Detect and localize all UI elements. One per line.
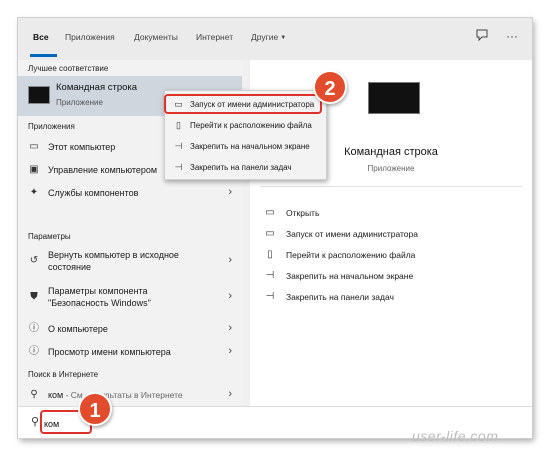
active-tab-indicator <box>30 54 57 57</box>
best-match-subtitle: Приложение <box>56 98 103 107</box>
list-item-view-pc-name[interactable]: ⓘ Просмотр имени компьютера › <box>18 341 242 363</box>
reset-icon: ↺ <box>29 255 39 266</box>
tab-documents[interactable]: Документы <box>134 32 178 42</box>
computer-management-icon: ▣ <box>29 164 39 175</box>
list-item-about-pc[interactable]: ⓘ О компьютере › <box>18 318 242 340</box>
action-open-file-location[interactable]: ▯ Перейти к расположению файла <box>264 248 514 264</box>
search-window: Все Приложения Документы Интернет Другие… <box>18 18 532 438</box>
action-label: Запуск от имени администратора <box>286 229 418 239</box>
list-item-label: О компьютере <box>48 324 108 334</box>
chevron-right-icon: › <box>228 388 232 400</box>
step-badge-2: 2 <box>313 70 347 104</box>
web-search-item[interactable]: ⚲ ком - См. результаты в Интернете › <box>18 384 242 406</box>
admin-run-icon: ▭ <box>265 228 275 239</box>
context-menu: ▭ Запуск от имени администратора ▯ Перей… <box>164 90 327 180</box>
list-item-label: Вернуть компьютер в исходное <box>48 250 179 260</box>
context-menu-label: Закрепить на панели задач <box>190 163 292 172</box>
context-menu-label: Запуск от имени администратора <box>190 100 315 109</box>
chevron-right-icon: › <box>228 290 232 302</box>
open-icon: ▭ <box>265 207 275 218</box>
file-location-icon: ▯ <box>176 120 181 130</box>
pin-icon: ⊣ <box>174 162 183 172</box>
web-search-query: ком <box>48 390 64 400</box>
cmd-app-large-icon <box>368 82 420 114</box>
divider <box>260 186 522 187</box>
list-item-component-services[interactable]: ✦ Службы компонентов › <box>18 182 242 204</box>
best-match-title: Командная строка <box>56 82 138 93</box>
chevron-down-icon: ▼ <box>280 35 287 41</box>
tab-web[interactable]: Интернет <box>196 32 233 42</box>
chevron-right-icon: › <box>228 322 232 334</box>
action-label: Закрепить на начальном экране <box>286 271 414 281</box>
context-menu-open-file-location[interactable]: ▯ Перейти к расположению файла <box>165 116 328 136</box>
list-item-label: Параметры компонента <box>48 286 148 296</box>
file-location-icon: ▯ <box>267 249 273 260</box>
web-search-label: ком - См. результаты в Интернете <box>48 390 183 400</box>
step-badge-1: 1 <box>78 392 112 426</box>
pin-icon: ⊣ <box>174 141 183 151</box>
list-item-label: Службы компонентов <box>48 188 139 198</box>
list-item-label-line2: "Безопасность Windows" <box>48 298 151 308</box>
computer-icon: ▭ <box>29 141 39 152</box>
tab-more[interactable]: Другие ▼ <box>251 32 286 42</box>
feedback-icon[interactable] <box>474 28 490 44</box>
info-icon: ⓘ <box>29 346 39 357</box>
shield-icon: ⛊ <box>30 291 38 302</box>
search-icon: ⚲ <box>30 389 38 400</box>
pin-icon: ⊣ <box>265 291 275 302</box>
cmd-app-icon <box>28 86 50 104</box>
filter-tabs: Все Приложения Документы Интернет Другие… <box>18 18 532 60</box>
context-menu-pin-start[interactable]: ⊣ Закрепить на начальном экране <box>165 137 328 157</box>
component-services-icon: ✦ <box>29 187 39 198</box>
action-pin-start[interactable]: ⊣ Закрепить на начальном экране <box>264 269 514 285</box>
chevron-right-icon: › <box>228 186 232 198</box>
list-item-reset-pc[interactable]: ↺ Вернуть компьютер в исходное состояние… <box>18 246 242 276</box>
web-search-header: Поиск в Интернете <box>28 370 99 379</box>
context-menu-label: Перейти к расположению файла <box>190 121 312 130</box>
more-options-icon[interactable]: ··· <box>504 28 520 44</box>
info-icon: ⓘ <box>29 323 39 334</box>
chevron-right-icon: › <box>228 254 232 266</box>
action-pin-taskbar[interactable]: ⊣ Закрепить на панели задач <box>264 290 514 306</box>
context-menu-pin-taskbar[interactable]: ⊣ Закрепить на панели задач <box>165 158 328 178</box>
action-label: Перейти к расположению файла <box>286 250 416 260</box>
list-item-label: Этот компьютер <box>48 142 116 152</box>
action-run-as-admin[interactable]: ▭ Запуск от имени администратора <box>264 227 514 243</box>
action-label: Открыть <box>286 208 320 218</box>
list-item-label: Управление компьютером <box>48 165 158 175</box>
pin-icon: ⊣ <box>265 270 275 281</box>
action-label: Закрепить на панели задач <box>286 292 394 302</box>
watermark: user-life.com <box>412 428 499 444</box>
tab-all[interactable]: Все <box>33 32 49 42</box>
list-item-label: Просмотр имени компьютера <box>48 347 171 357</box>
tab-more-label: Другие <box>251 32 279 42</box>
list-item-windows-security[interactable]: ⛊ Параметры компонента "Безопасность Win… <box>18 282 242 312</box>
chevron-right-icon: › <box>228 345 232 357</box>
list-item-label-line2: состояние <box>48 262 92 272</box>
action-open[interactable]: ▭ Открыть <box>264 206 514 222</box>
best-match-header: Лучшее соответствие <box>28 64 109 73</box>
tab-apps[interactable]: Приложения <box>65 32 115 42</box>
admin-run-icon: ▭ <box>174 99 183 109</box>
settings-header: Параметры <box>28 232 71 241</box>
context-menu-run-as-admin[interactable]: ▭ Запуск от имени администратора <box>165 95 328 115</box>
apps-header: Приложения <box>28 122 75 131</box>
context-menu-label: Закрепить на начальном экране <box>190 142 310 151</box>
